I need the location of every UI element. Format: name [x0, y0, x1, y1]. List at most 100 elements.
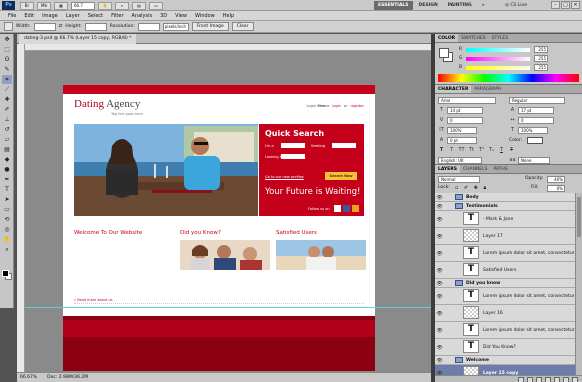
tab-paths[interactable]: PATHS — [491, 165, 511, 173]
maximize-icon[interactable]: □ — [561, 1, 570, 9]
layer-row[interactable]: 👁︎ T Lorem ipsum dolor sit amet, consectet… — [435, 322, 579, 339]
text-layer-thumbnail-icon[interactable]: T — [463, 263, 479, 276]
blend-mode-select[interactable]: Normal — [438, 176, 480, 183]
subscript-icon[interactable]: T₁ — [488, 147, 495, 154]
tab-character[interactable]: CHARACTER — [435, 85, 472, 93]
color-slider-g[interactable] — [466, 57, 530, 61]
layers-scrollbar[interactable] — [575, 193, 582, 375]
layer-thumbnail[interactable] — [463, 306, 479, 319]
layer-row[interactable]: 👁︎ T - Mark & Jane — [435, 211, 575, 228]
status-zoom[interactable]: 66.67% — [20, 375, 37, 380]
text-layer-thumbnail-icon[interactable]: T — [463, 323, 479, 336]
height-field[interactable] — [84, 22, 107, 31]
cs-live-button[interactable]: ◎ CS Live — [505, 1, 527, 10]
tab-styles[interactable]: STYLES — [489, 34, 512, 42]
width-field[interactable] — [33, 22, 56, 31]
menu-help[interactable]: Help — [219, 11, 238, 20]
menu-select[interactable]: Select — [84, 11, 107, 20]
layer-row[interactable]: 👁︎ Body — [435, 193, 575, 202]
layer-row[interactable]: 👁︎ Did you know — [435, 279, 575, 288]
layers-scrollbar-thumb[interactable] — [577, 197, 581, 237]
resolution-field[interactable] — [137, 22, 160, 31]
eyedropper-tool-icon[interactable]: ⟋ — [2, 85, 12, 94]
visibility-eye-icon[interactable]: 👁︎ — [436, 217, 443, 223]
document-canvas[interactable]: Dating Agency Tag line goes here Login h… — [63, 85, 375, 371]
arrange-documents-button[interactable]: ▤ — [132, 1, 146, 10]
document-tab[interactable]: dating-3.psd @ 66.7% (Layer 15 copy, RGB… — [19, 34, 137, 44]
layer-thumbnail[interactable] — [463, 229, 479, 242]
menu-filter[interactable]: Filter — [107, 11, 127, 20]
horizontal-guide[interactable] — [25, 307, 431, 308]
visibility-eye-icon[interactable]: 👁︎ — [436, 251, 443, 257]
workspace-painting[interactable]: PAINTING — [444, 1, 476, 10]
leading-field[interactable]: 17 pt — [518, 107, 554, 114]
zoom-tool-icon[interactable]: ⌕ — [2, 245, 12, 254]
font-size-field[interactable]: 14 pt — [447, 107, 483, 114]
hand-tool-button[interactable]: ✋ — [98, 1, 112, 10]
menu-3d[interactable]: 3D — [156, 11, 171, 20]
menu-view[interactable]: View — [171, 11, 191, 20]
color-panel-foreground-swatch[interactable] — [439, 48, 449, 58]
visibility-eye-icon[interactable]: 👁︎ — [436, 358, 443, 364]
screen-mode-button[interactable]: ▭ — [149, 1, 163, 10]
workspace-design[interactable]: DESIGN — [415, 1, 442, 10]
launch-bridge-button[interactable]: Br — [20, 1, 34, 10]
font-style-select[interactable]: Regular — [509, 97, 565, 104]
resolution-unit-select[interactable]: pixels/inch — [162, 22, 189, 31]
visibility-eye-icon[interactable]: 👁︎ — [436, 281, 443, 287]
3d-rotate-tool-icon[interactable]: ⟲ — [2, 215, 12, 224]
launch-minibridge-button[interactable]: Mb — [37, 1, 51, 10]
visibility-eye-icon[interactable]: 👁︎ — [436, 328, 443, 334]
delete-layer-icon[interactable] — [572, 377, 578, 382]
menu-layer[interactable]: Layer — [62, 11, 84, 20]
visibility-eye-icon[interactable]: 👁︎ — [436, 345, 443, 351]
adjustment-layer-icon[interactable] — [545, 377, 551, 382]
all-caps-icon[interactable]: TT — [458, 147, 465, 154]
visibility-eye-icon[interactable]: 👁︎ — [436, 204, 443, 210]
color-spectrum-ramp[interactable] — [438, 74, 579, 82]
front-image-button[interactable]: Front Image — [191, 22, 229, 31]
menu-edit[interactable]: Edit — [20, 11, 38, 20]
menu-window[interactable]: Window — [191, 11, 219, 20]
lasso-tool-icon[interactable]: ʘ — [2, 55, 12, 64]
minimize-icon[interactable]: – — [551, 1, 560, 9]
visibility-eye-icon[interactable]: 👁︎ — [436, 268, 443, 274]
language-select[interactable]: English: UK — [438, 157, 482, 164]
tab-swatches[interactable]: SWATCHES — [458, 34, 489, 42]
tab-channels[interactable]: CHANNELS — [460, 165, 491, 173]
workspace-essentials[interactable]: ESSENTIALS — [374, 1, 413, 10]
tab-layers[interactable]: LAYERS — [435, 165, 460, 173]
type-tool-icon[interactable]: T — [2, 185, 12, 194]
layer-row[interactable]: 👁︎ Welcome — [435, 356, 575, 365]
hand-tool-icon[interactable]: ✋ — [2, 235, 12, 244]
color-value-r[interactable]: 255 — [534, 46, 548, 53]
lock-icons[interactable]: ▫ ✐ ✥ 🔒︎ — [455, 185, 488, 191]
close-icon[interactable]: × — [571, 1, 580, 9]
layer-row[interactable]: 👁︎ T Lorem ipsum dolor sit amet, consectet… — [435, 288, 575, 305]
visibility-eye-icon[interactable]: 👁︎ — [436, 294, 443, 300]
gradient-tool-icon[interactable]: ▤ — [2, 145, 12, 154]
layer-row[interactable]: 👁︎ T Did You Know? — [435, 339, 575, 356]
tracking-field[interactable]: 0 — [518, 117, 554, 124]
new-layer-icon[interactable] — [563, 377, 569, 382]
text-layer-thumbnail-icon[interactable]: T — [463, 246, 479, 259]
layer-row[interactable]: 👁︎ Testimonials — [435, 202, 575, 211]
menu-image[interactable]: Image — [38, 11, 62, 20]
horizontal-scale-field[interactable]: 100% — [518, 127, 548, 134]
shape-tool-icon[interactable]: ▭ — [2, 205, 12, 214]
font-family-select[interactable]: Arial — [438, 97, 496, 104]
quick-selection-tool-icon[interactable]: ✎ — [2, 65, 12, 74]
menu-analysis[interactable]: Analysis — [128, 11, 157, 20]
new-group-icon[interactable] — [554, 377, 560, 382]
history-brush-tool-icon[interactable]: ↺ — [2, 125, 12, 134]
color-value-b[interactable]: 255 — [534, 64, 548, 71]
vertical-ruler[interactable] — [17, 44, 25, 372]
3d-orbit-tool-icon[interactable]: ◎ — [2, 225, 12, 234]
underline-icon[interactable]: T — [498, 147, 505, 154]
swap-icon[interactable]: ⇄ — [59, 24, 63, 29]
pen-tool-icon[interactable]: ✒ — [2, 175, 12, 184]
faux-bold-icon[interactable]: T — [438, 147, 445, 154]
foreground-color-swatch[interactable] — [2, 270, 9, 277]
strikethrough-icon[interactable]: T — [508, 147, 515, 154]
path-selection-tool-icon[interactable]: ➤ — [2, 195, 12, 204]
